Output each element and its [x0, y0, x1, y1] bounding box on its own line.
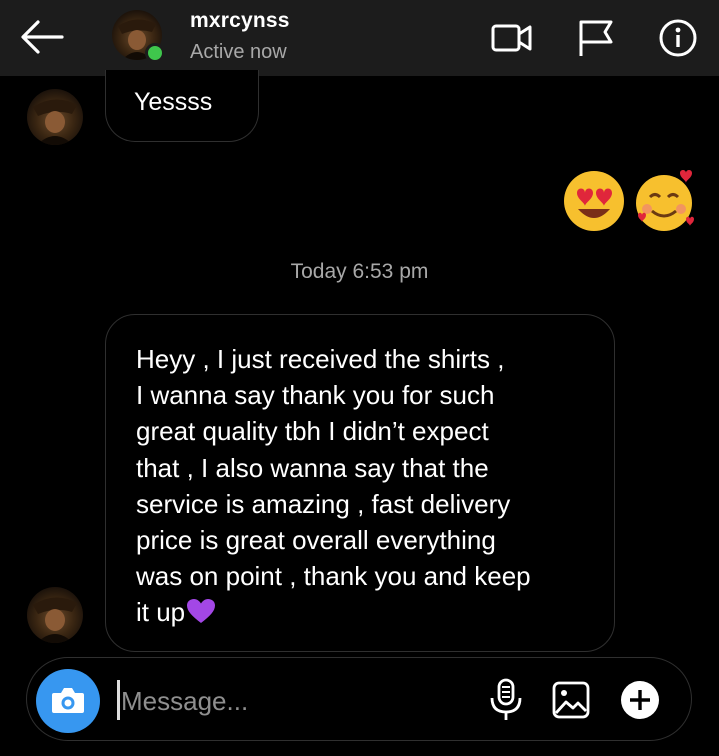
message-line: price is great overall everything: [136, 525, 496, 556]
chat-header: mxrcynss Active now: [0, 0, 719, 76]
microphone-icon: [490, 678, 522, 720]
back-button[interactable]: [18, 18, 66, 56]
message-line: I wanna say thank you for such: [136, 380, 495, 411]
message-line: great quality tbh I didn’t expect: [136, 416, 489, 447]
heart-eyes-face-emoji: [564, 171, 624, 231]
message-line: was on point , thank you and keep: [136, 561, 531, 592]
emoji-reply[interactable]: [562, 165, 702, 233]
sender-avatar[interactable]: [27, 89, 83, 145]
video-call-button[interactable]: [490, 18, 534, 58]
report-flag-button[interactable]: [575, 18, 619, 58]
message-line-last: it up: [136, 594, 594, 630]
camera-button[interactable]: [36, 669, 100, 733]
message-input[interactable]: [121, 680, 461, 722]
message-bubble[interactable]: Heyy , I just received the shirts , I wa…: [105, 314, 615, 652]
voice-message-button[interactable]: [486, 677, 526, 723]
message-text: Yessss: [134, 88, 213, 116]
message-line: that , I also wanna say that the: [136, 452, 489, 483]
active-status-dot: [145, 43, 165, 63]
info-button[interactable]: [656, 18, 700, 58]
plus-icon: [621, 681, 659, 719]
message-line: it up: [136, 597, 186, 628]
smiling-face-with-hearts-emoji: [636, 170, 694, 231]
purple-heart-icon: [187, 599, 216, 624]
video-call-icon: [491, 24, 532, 52]
message-bubble[interactable]: Yessss: [105, 70, 259, 142]
contact-username[interactable]: mxrcynss: [190, 9, 290, 33]
sender-avatar[interactable]: [27, 587, 83, 643]
message-line: Heyy , I just received the shirts ,: [136, 344, 505, 374]
message-timestamp: Today 6:53 pm: [290, 260, 429, 283]
camera-icon: [52, 688, 84, 713]
arrow-left-icon: [21, 20, 64, 54]
gallery-icon: [552, 681, 590, 719]
text-cursor: [117, 680, 120, 720]
message-line: service is amazing , fast delivery: [136, 488, 511, 519]
active-status-label: Active now: [190, 41, 287, 63]
flag-icon: [579, 20, 613, 56]
info-icon: [659, 19, 697, 57]
gallery-button[interactable]: [551, 677, 591, 723]
more-options-button[interactable]: [618, 677, 659, 723]
